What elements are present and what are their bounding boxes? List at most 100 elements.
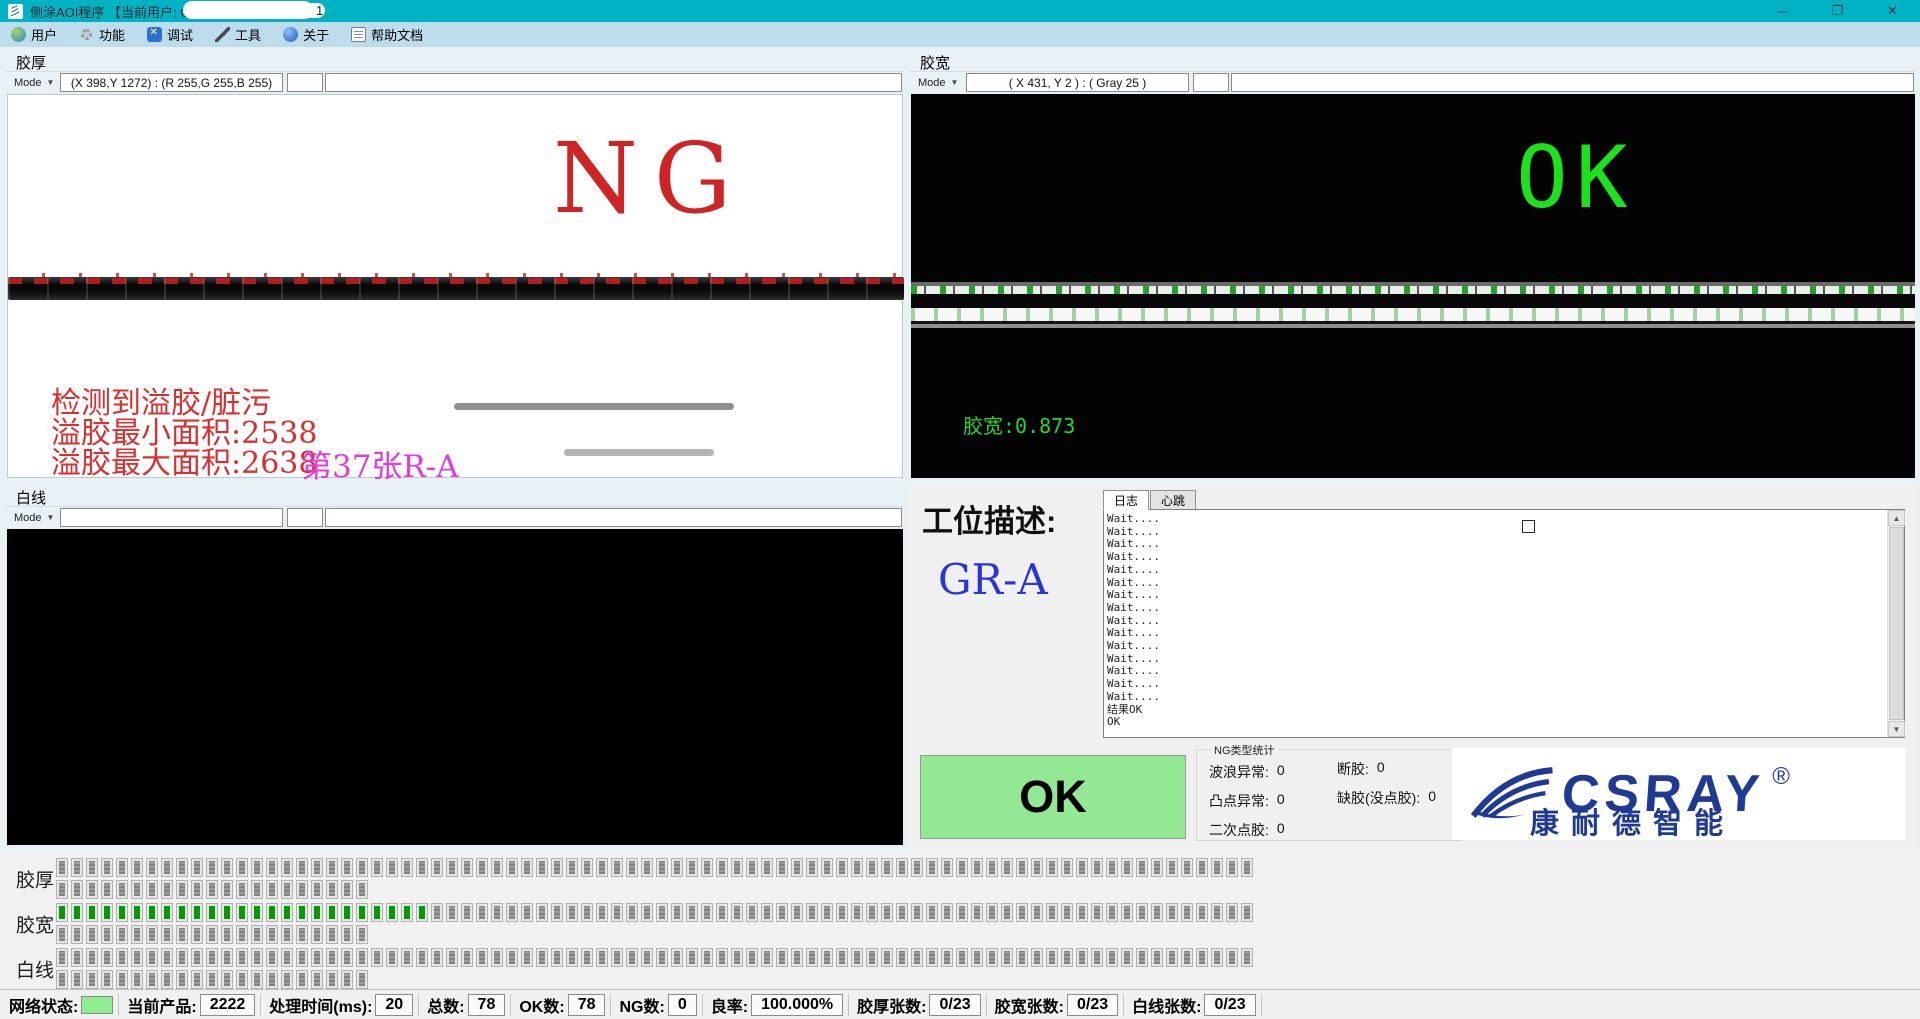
progress-group-jiaokuan: 胶宽 <box>0 903 1300 945</box>
progress-cell <box>176 925 188 944</box>
progress-cell <box>251 925 263 944</box>
chevron-down-icon: ▼ <box>47 513 55 522</box>
menu-item-label: 帮助文档 <box>371 25 423 44</box>
small-field-jiaohou[interactable] <box>287 73 323 92</box>
progress-line <box>56 970 1300 990</box>
progress-cell <box>251 880 263 899</box>
progress-cell <box>221 880 233 899</box>
small-field-baixian[interactable] <box>287 508 323 527</box>
progress-cell <box>1226 858 1238 877</box>
progress-cell <box>176 858 188 877</box>
progress-cell <box>1211 858 1223 877</box>
progress-cell <box>1046 903 1058 922</box>
progress-cell <box>491 948 503 967</box>
progress-cell <box>356 948 368 967</box>
progress-cell <box>1061 858 1073 877</box>
progress-cell <box>686 948 698 967</box>
scroll-up-icon[interactable]: ▲ <box>1888 510 1905 526</box>
image-view-jiaohou[interactable]: NG 检测到溢胶/脏污 溢胶最小面积:2538 溢胶最大面积:2638 第37张… <box>7 94 903 478</box>
progress-cell <box>281 948 293 967</box>
progress-cell <box>1136 903 1148 922</box>
progress-cell <box>281 925 293 944</box>
progress-cell <box>356 925 368 944</box>
progress-cell <box>176 970 188 989</box>
progress-cell <box>251 970 263 989</box>
maximize-button[interactable]: ❐ <box>1810 0 1865 22</box>
coord-readout-jiaohou: (X 398,Y 1272) : (R 255,G 255,B 255) <box>60 73 283 92</box>
scrollbar-thumb[interactable] <box>1889 527 1904 720</box>
close-button[interactable]: ✕ <box>1865 0 1920 22</box>
menu-item-features[interactable]: 功能 <box>68 22 136 47</box>
image-view-baixian[interactable] <box>7 529 903 845</box>
result-status-button[interactable]: OK <box>920 755 1186 839</box>
progress-cell <box>86 970 98 989</box>
progress-cell <box>296 880 308 899</box>
progress-cell <box>266 903 278 922</box>
status-label-current-product: 当前产品: <box>124 993 199 1017</box>
long-field-jiaokuan[interactable] <box>1231 73 1914 92</box>
progress-cell <box>1181 903 1193 922</box>
progress-cell <box>56 858 68 877</box>
progress-cell <box>101 880 113 899</box>
minimize-button[interactable]: ─ <box>1755 0 1810 22</box>
progress-cell <box>866 858 878 877</box>
progress-cell <box>821 858 833 877</box>
small-field-jiaokuan[interactable] <box>1193 73 1229 92</box>
image-view-jiaokuan[interactable]: OK 胶宽:0.873 <box>911 94 1915 478</box>
app-icon <box>8 4 23 19</box>
progress-cell <box>1166 903 1178 922</box>
progress-cell <box>581 903 593 922</box>
progress-cell <box>266 925 278 944</box>
progress-cell <box>776 858 788 877</box>
menu-item-help-docs[interactable]: 帮助文档 <box>340 22 434 47</box>
progress-label-jiaokuan: 胶宽 <box>16 911 54 938</box>
progress-group-jiaohou: 胶厚 <box>0 858 1300 900</box>
menu-item-debug[interactable]: 调试 <box>136 22 204 47</box>
mode-dropdown-baixian[interactable]: Mode▼ <box>10 508 58 527</box>
progress-cell <box>761 903 773 922</box>
progress-cell <box>926 858 938 877</box>
divider <box>702 994 703 1016</box>
progress-cell <box>566 858 578 877</box>
progress-cell <box>401 858 413 877</box>
menu-item-about[interactable]: 关于 <box>272 22 340 47</box>
long-field-jiaohou[interactable] <box>325 73 902 92</box>
progress-cell <box>626 858 638 877</box>
status-label-yield-rate: 良率: <box>708 993 751 1017</box>
user-icon <box>11 27 26 42</box>
long-field-baixian[interactable] <box>325 508 902 527</box>
tab-heartbeat[interactable]: 心跳 <box>1150 490 1196 510</box>
progress-cell <box>251 948 263 967</box>
progress-cell <box>116 970 128 989</box>
log-checkbox[interactable] <box>1522 520 1535 533</box>
menu-item-label: 关于 <box>303 25 329 44</box>
menu-item-tools[interactable]: 工具 <box>204 22 272 47</box>
status-value-jiaokuan-frames: 0/23 <box>1067 994 1118 1016</box>
progress-cell <box>326 903 338 922</box>
progress-cell <box>281 970 293 989</box>
progress-cell <box>101 948 113 967</box>
about-icon <box>283 27 298 42</box>
status-label-ok-count: OK数: <box>516 993 567 1017</box>
progress-cell <box>941 948 953 967</box>
progress-cell <box>1001 903 1013 922</box>
progress-cell <box>146 948 158 967</box>
mode-dropdown-jiaokuan[interactable]: Mode▼ <box>914 73 962 92</box>
tab-log[interactable]: 日志 <box>1103 490 1149 510</box>
glue-edge-band <box>8 277 904 300</box>
progress-cell <box>476 858 488 877</box>
help-docs-icon <box>351 27 366 42</box>
progress-cell <box>401 948 413 967</box>
log-line: Wait.... <box>1107 564 1884 577</box>
menu-item-user[interactable]: 用户 <box>0 22 68 47</box>
progress-cell <box>731 858 743 877</box>
mode-dropdown-jiaohou[interactable]: Mode▼ <box>10 73 58 92</box>
progress-cell <box>221 948 233 967</box>
scroll-down-icon[interactable]: ▼ <box>1888 721 1905 737</box>
progress-cell <box>866 948 878 967</box>
progress-cell <box>821 903 833 922</box>
log-scrollbar[interactable]: ▲ ▼ <box>1887 510 1904 737</box>
progress-cell <box>971 948 983 967</box>
progress-cell <box>161 880 173 899</box>
log-line: OK <box>1107 716 1884 729</box>
